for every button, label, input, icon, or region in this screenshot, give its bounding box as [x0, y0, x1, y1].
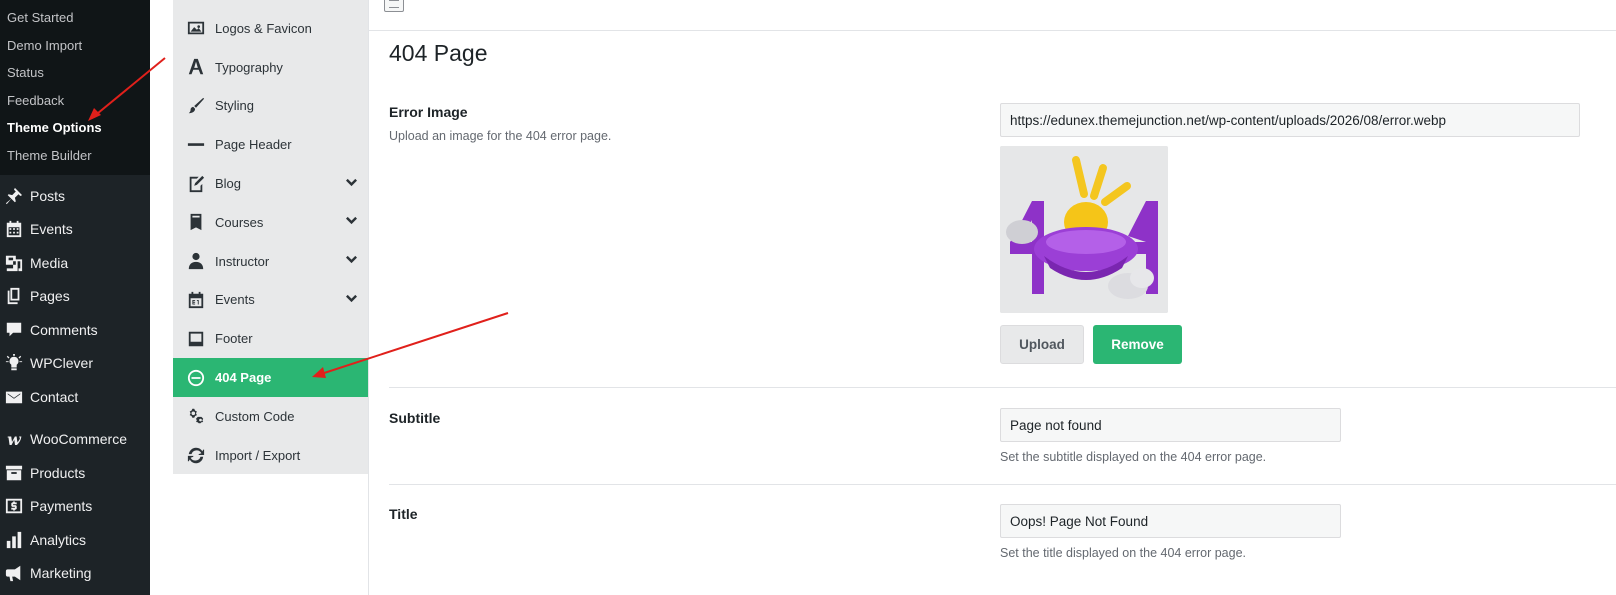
footer-icon [186, 329, 206, 349]
wp-main-menu: Posts Events Media Pages Comments WPClev… [0, 175, 150, 590]
archive-icon [4, 463, 24, 483]
submenu-get-started[interactable]: Get Started [0, 4, 150, 32]
nav-styling[interactable]: Styling [173, 87, 368, 126]
nav-instructor[interactable]: Instructor [173, 242, 368, 281]
section-divider [389, 484, 1616, 485]
nav-404-page[interactable]: 404 Page [173, 358, 368, 397]
submenu-feedback[interactable]: Feedback [0, 87, 150, 115]
menu-analytics[interactable]: Analytics [0, 523, 150, 557]
nav-events[interactable]: Events [173, 281, 368, 320]
subtitle-help: Set the subtitle displayed on the 404 er… [1000, 450, 1267, 464]
menu-marketing[interactable]: Marketing [0, 557, 150, 591]
menu-posts[interactable]: Posts [0, 179, 150, 213]
chevron-down-icon[interactable] [345, 176, 358, 192]
error-image-url-input[interactable]: https://edunex.themejunction.net/wp-cont… [1000, 103, 1580, 137]
top-divider [369, 30, 1616, 31]
nav-courses[interactable]: Courses [173, 203, 368, 242]
menu-events[interactable]: Events [0, 213, 150, 247]
wp-admin-sidebar: Get Started Demo Import Status Feedback … [0, 0, 150, 595]
menu-wpclever[interactable]: WPClever [0, 347, 150, 381]
menu-media[interactable]: Media [0, 246, 150, 280]
no-entry-icon [186, 368, 206, 388]
main-content: 404 Page Error Image Upload an image for… [368, 0, 1616, 595]
title-help: Set the title displayed on the 404 error… [1000, 546, 1246, 560]
chevron-down-icon[interactable] [345, 292, 358, 308]
menu-contact[interactable]: Contact [0, 380, 150, 414]
image-icon [186, 18, 206, 38]
bar-chart-icon [4, 530, 24, 550]
menu-comments[interactable]: Comments [0, 313, 150, 347]
refresh-icon [186, 445, 206, 465]
nav-page-header[interactable]: Page Header [173, 125, 368, 164]
error-image-preview [1000, 146, 1168, 313]
pin-icon [4, 186, 24, 206]
media-icon [4, 253, 24, 273]
gears-icon [186, 406, 206, 426]
submenu-theme-builder[interactable]: Theme Builder [0, 142, 150, 170]
chevron-down-icon[interactable] [345, 214, 358, 230]
pages-icon [4, 286, 24, 306]
dollar-icon [4, 496, 24, 516]
menu-payments[interactable]: Payments [0, 490, 150, 524]
404-illustration [1000, 146, 1168, 313]
wp-submenu: Get Started Demo Import Status Feedback … [0, 0, 150, 175]
error-image-description: Upload an image for the 404 error page. [389, 129, 612, 143]
user-icon [186, 251, 206, 271]
nav-logos-favicon[interactable]: Logos & Favicon [173, 9, 368, 48]
nav-typography[interactable]: Typography [173, 48, 368, 87]
remove-button[interactable]: Remove [1093, 325, 1182, 364]
nav-import-export[interactable]: Import / Export [173, 436, 368, 475]
title-label: Title [389, 506, 418, 522]
brush-icon [186, 96, 206, 116]
submenu-demo-import[interactable]: Demo Import [0, 32, 150, 60]
chevron-down-icon[interactable] [345, 253, 358, 269]
comment-icon [4, 320, 24, 340]
nav-footer[interactable]: Footer [173, 319, 368, 358]
submenu-status[interactable]: Status [0, 59, 150, 87]
subtitle-label: Subtitle [389, 410, 441, 426]
document-icon[interactable] [384, 0, 404, 12]
minus-bar-icon [186, 135, 206, 155]
menu-products[interactable]: Products [0, 456, 150, 490]
submenu-theme-options[interactable]: Theme Options [0, 114, 150, 142]
subtitle-input[interactable]: Page not found [1000, 408, 1341, 442]
error-image-label: Error Image [389, 104, 468, 120]
nav-blog[interactable]: Blog [173, 164, 368, 203]
book-icon [186, 212, 206, 232]
theme-options-nav: Logos & Favicon Typography Styling Page … [173, 0, 368, 474]
menu-pages[interactable]: Pages [0, 280, 150, 314]
megaphone-icon [4, 563, 24, 583]
page-title: 404 Page [389, 40, 488, 66]
typography-icon [186, 57, 206, 77]
title-input[interactable]: Oops! Page Not Found [1000, 504, 1341, 538]
upload-button[interactable]: Upload [1000, 325, 1084, 364]
menu-woocommerce[interactable]: w WooCommerce [0, 423, 150, 457]
calendar-31-icon [186, 290, 206, 310]
edit-page-icon [186, 174, 206, 194]
calendar-icon [4, 219, 24, 239]
woocommerce-icon: w [7, 429, 21, 449]
envelope-icon [4, 387, 24, 407]
section-divider [389, 387, 1616, 388]
nav-custom-code[interactable]: Custom Code [173, 397, 368, 436]
lightbulb-icon [4, 353, 24, 373]
